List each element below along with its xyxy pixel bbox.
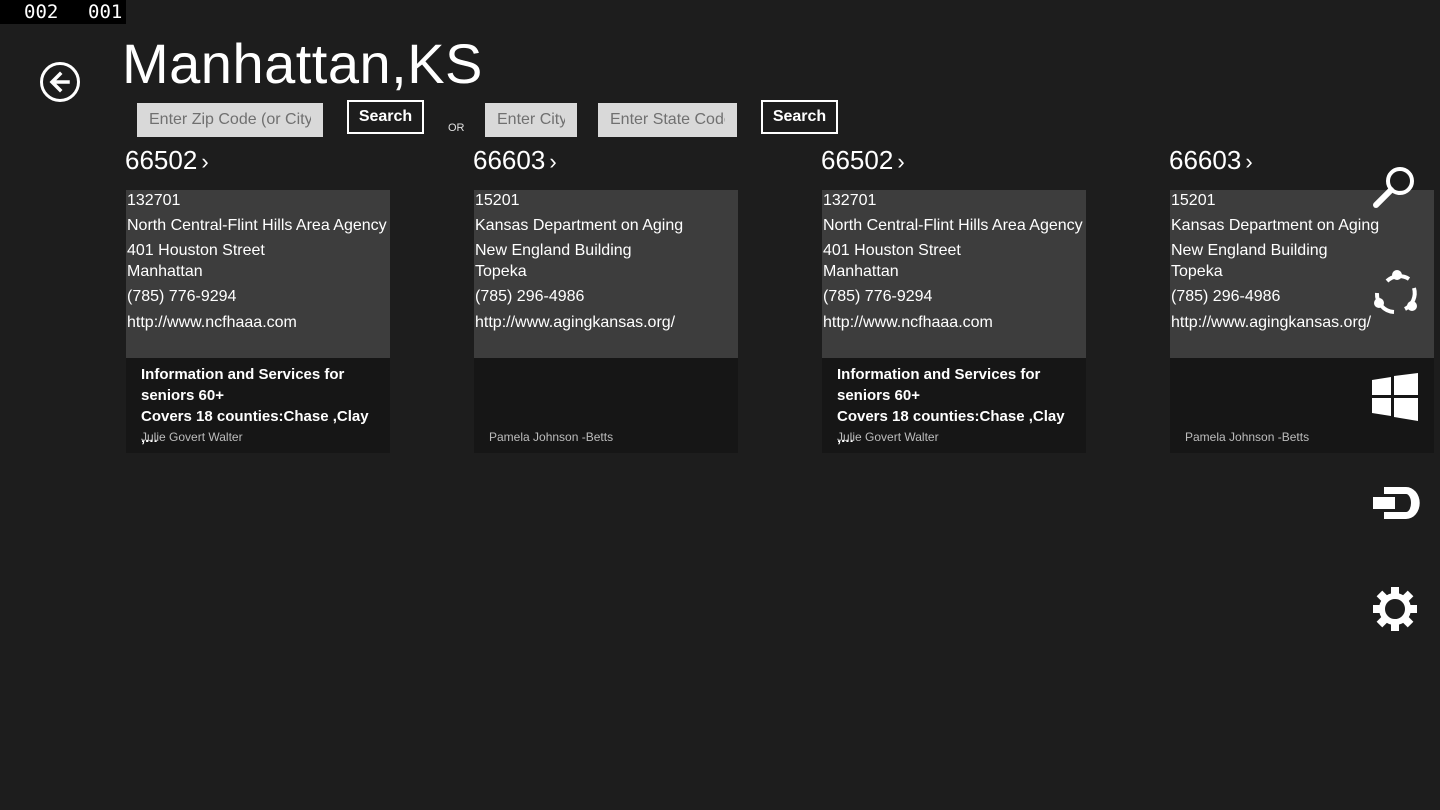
chevron-right-icon: › (201, 149, 209, 174)
settings-gear-icon (1373, 587, 1417, 631)
arrow-left-icon (49, 71, 70, 93)
card-desc-line: Information and Services for (141, 366, 345, 383)
frame-counter-left: 002 (24, 1, 59, 23)
agency-card[interactable]: 132701 North Central-Flint Hills Area Ag… (822, 190, 1086, 453)
card-name: North Central-Flint Hills Area Agency on… (127, 217, 390, 234)
card-summary: Pamela Johnson -Betts (474, 358, 738, 453)
search-charm[interactable] (1368, 160, 1422, 214)
search-zip-button[interactable]: Search (347, 100, 424, 134)
card-contact-person: Pamela Johnson -Betts (489, 430, 614, 444)
card-summary: Information and Services for seniors 60+… (822, 358, 1086, 453)
card-city: Manhattan (127, 263, 203, 280)
card-desc-line: Information and Services for (837, 366, 1041, 383)
card-city: Topeka (1171, 263, 1223, 280)
card-details: 132701 North Central-Flint Hills Area Ag… (126, 190, 390, 358)
card-url: http://www.ncfhaaa.com (127, 314, 297, 331)
card-details: 132701 North Central-Flint Hills Area Ag… (822, 190, 1086, 358)
devices-charm[interactable] (1368, 477, 1422, 531)
page-title: Manhattan,KS (122, 32, 483, 95)
group-header[interactable]: 66502 › (821, 142, 905, 180)
group-header[interactable]: 66603 › (1169, 142, 1253, 180)
card-phone: (785) 296-4986 (475, 288, 585, 305)
card-url: http://www.agingkansas.org/ (475, 314, 676, 331)
agency-card[interactable]: 132701 North Central-Flint Hills Area Ag… (126, 190, 390, 453)
card-id: 132701 (823, 192, 877, 209)
agency-card[interactable]: 15201 Kansas Department on Aging New Eng… (474, 190, 738, 453)
chevron-right-icon: › (549, 149, 557, 174)
settings-charm[interactable] (1368, 582, 1422, 636)
chevron-right-icon: › (1245, 149, 1253, 174)
card-name: North Central-Flint Hills Area Agency on… (823, 217, 1086, 234)
share-icon (1374, 270, 1417, 314)
windows-start-icon (1372, 373, 1418, 421)
card-summary: Information and Services for seniors 60+… (126, 358, 390, 453)
card-name: Kansas Department on Aging (1171, 217, 1380, 234)
group-header[interactable]: 66603 › (473, 142, 557, 180)
group-header-label: 66603 (473, 145, 546, 175)
card-address: 401 Houston Street (127, 242, 265, 259)
card-address: New England Building (1171, 242, 1328, 259)
card-url: http://www.ncfhaaa.com (823, 314, 993, 331)
card-contact-person: Julie Govert Walter (141, 430, 243, 444)
card-contact-person: Pamela Johnson -Betts (1185, 430, 1310, 444)
city-input[interactable] (485, 103, 577, 137)
card-id: 132701 (127, 192, 181, 209)
zip-code-input[interactable] (137, 103, 323, 137)
card-address: New England Building (475, 242, 632, 259)
search-city-state-button[interactable]: Search (761, 100, 838, 134)
card-desc-line: seniors 60+ (141, 387, 224, 404)
search-icon (1373, 167, 1414, 208)
card-name: Kansas Department on Aging (475, 217, 684, 234)
card-desc-line: seniors 60+ (837, 387, 920, 404)
card-address: 401 Houston Street (823, 242, 961, 259)
state-code-input[interactable] (598, 103, 737, 137)
devices-icon (1373, 487, 1420, 519)
card-city: Topeka (475, 263, 527, 280)
frame-counter-right: 001 (88, 1, 123, 23)
frame-counter: 002 001 (0, 0, 126, 24)
card-contact-person: Julie Govert Walter (837, 430, 939, 444)
back-button[interactable] (40, 62, 80, 102)
group-header-label: 66502 (125, 145, 198, 175)
card-phone: (785) 776-9294 (127, 288, 237, 305)
card-city: Manhattan (823, 263, 899, 280)
card-phone: (785) 776-9294 (823, 288, 933, 305)
card-id: 15201 (475, 192, 520, 209)
card-details: 15201 Kansas Department on Aging New Eng… (474, 190, 738, 358)
card-url: http://www.agingkansas.org/ (1171, 314, 1372, 331)
card-phone: (785) 296-4986 (1171, 288, 1281, 305)
group-header-label: 66603 (1169, 145, 1242, 175)
group-header[interactable]: 66502 › (125, 142, 209, 180)
or-label: OR (448, 122, 465, 134)
group-header-label: 66502 (821, 145, 894, 175)
share-charm[interactable] (1368, 267, 1422, 321)
chevron-right-icon: › (897, 149, 905, 174)
card-id: 15201 (1171, 192, 1216, 209)
start-charm[interactable] (1368, 370, 1422, 424)
